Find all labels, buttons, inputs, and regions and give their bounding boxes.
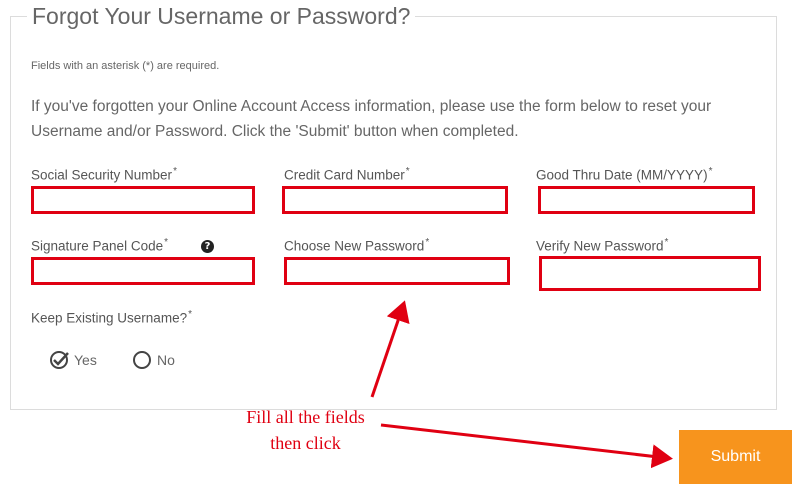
arrow-to-submit (380, 423, 673, 469)
arrow-up-to-fields (370, 300, 410, 398)
annotation-arrows (370, 300, 673, 469)
submit-button[interactable]: Submit (679, 430, 792, 484)
